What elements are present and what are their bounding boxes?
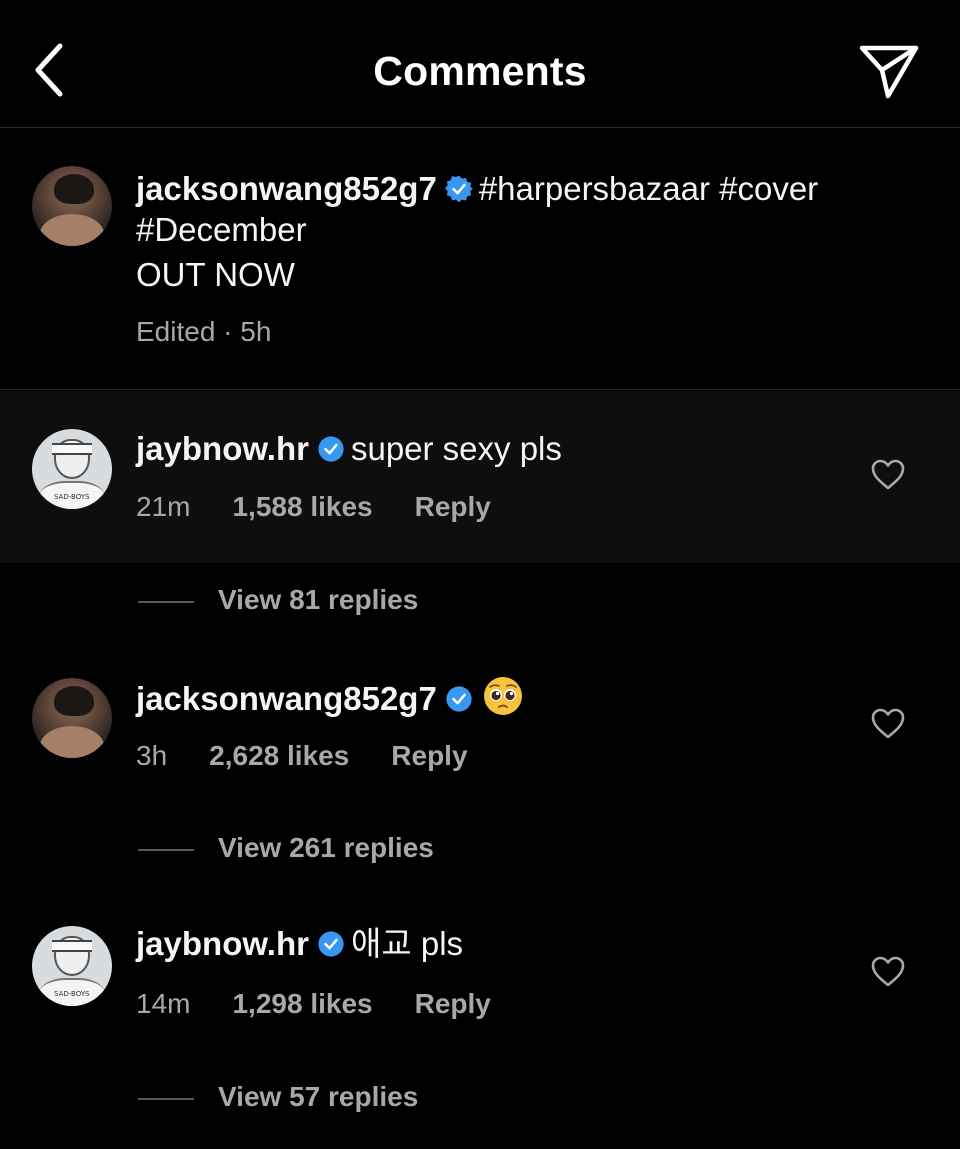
caption-text: jacksonwang852g7 #harpersbazaar #cover #D… <box>136 168 936 300</box>
comment-content: super sexy pls <box>350 430 562 467</box>
replies-divider-line <box>138 600 194 603</box>
comment-text: jacksonwang852g7🥺 <box>136 676 523 719</box>
caption-out-now: OUT NOW <box>136 256 295 293</box>
verified-badge-icon <box>446 686 472 712</box>
comment-meta: 3h 2,628 likes Reply <box>136 740 510 772</box>
avatar[interactable]: SAD-BOYS <box>32 926 112 1006</box>
avatar-headband <box>52 940 92 952</box>
page-title: Comments <box>373 48 587 94</box>
avatar[interactable] <box>32 678 112 758</box>
view-replies-label: View 261 replies <box>218 832 434 863</box>
comment-item: jacksonwang852g7🥺 3h 2,628 likes Reply <box>0 640 960 812</box>
comment-time: 14m <box>136 988 191 1019</box>
view-replies-button[interactable]: View 81 replies <box>138 584 418 616</box>
comment-text: jaybnow.hr super sexy pls <box>136 429 562 469</box>
view-replies-label: View 81 replies <box>218 584 419 615</box>
replies-divider-line <box>138 848 194 851</box>
verified-badge-icon <box>318 436 344 462</box>
caption-meta: Edited · 5h <box>136 316 272 347</box>
share-button[interactable] <box>858 44 920 100</box>
view-replies-button[interactable]: View 261 replies <box>138 832 434 864</box>
comment-username[interactable]: jaybnow.hr <box>136 925 309 962</box>
comment-username[interactable]: jacksonwang852g7 <box>136 680 437 717</box>
avatar-headband <box>52 443 92 455</box>
avatar-shirt-text: SAD-BOYS <box>54 493 90 501</box>
caption-username[interactable]: jacksonwang852g7 <box>136 170 437 207</box>
caption-hashtags[interactable]: #harpersbazaar #cover <box>479 170 818 207</box>
comment-item: SAD-BOYS jaybnow.hr super sexy pls 21m 1,5… <box>0 391 960 563</box>
comment-time: 21m <box>136 491 191 522</box>
comment-likes[interactable]: 1,588 likes <box>232 491 372 522</box>
comment-meta: 14m 1,298 likes Reply <box>136 988 533 1020</box>
paper-plane-icon <box>859 45 919 99</box>
heart-icon[interactable] <box>870 706 906 742</box>
comment-text: jaybnow.hr 애교 pls <box>136 924 463 964</box>
comment-content: 애교 pls <box>350 925 464 962</box>
header-bar: Comments <box>0 0 960 128</box>
comment-likes[interactable]: 1,298 likes <box>232 988 372 1019</box>
view-replies-label: View 57 replies <box>218 1081 419 1112</box>
avatar[interactable] <box>32 166 112 246</box>
comment-likes[interactable]: 2,628 likes <box>209 740 349 771</box>
reply-button[interactable]: Reply <box>415 491 491 522</box>
comment-item: SAD-BOYS jaybnow.hr 애교 pls 14m 1,298 likes… <box>0 888 960 1060</box>
verified-badge-icon <box>444 175 473 203</box>
verified-badge-icon <box>318 931 344 957</box>
view-replies-button[interactable]: View 57 replies <box>138 1081 418 1113</box>
avatar-shirt-text: SAD-BOYS <box>54 990 90 998</box>
replies-divider-line <box>138 1097 194 1100</box>
avatar[interactable]: SAD-BOYS <box>32 429 112 509</box>
caption-hashtag-december[interactable]: #December <box>136 211 307 248</box>
comment-meta: 21m 1,588 likes Reply <box>136 491 533 523</box>
reply-button[interactable]: Reply <box>391 740 467 771</box>
comment-time: 3h <box>136 740 168 771</box>
heart-icon[interactable] <box>870 457 906 493</box>
pleading-face-icon <box>483 677 522 715</box>
post-caption: jacksonwang852g7 #harpersbazaar #cover #D… <box>0 128 960 390</box>
comment-username[interactable]: jaybnow.hr <box>136 430 309 467</box>
reply-button[interactable]: Reply <box>415 988 491 1019</box>
heart-icon[interactable] <box>870 954 906 990</box>
